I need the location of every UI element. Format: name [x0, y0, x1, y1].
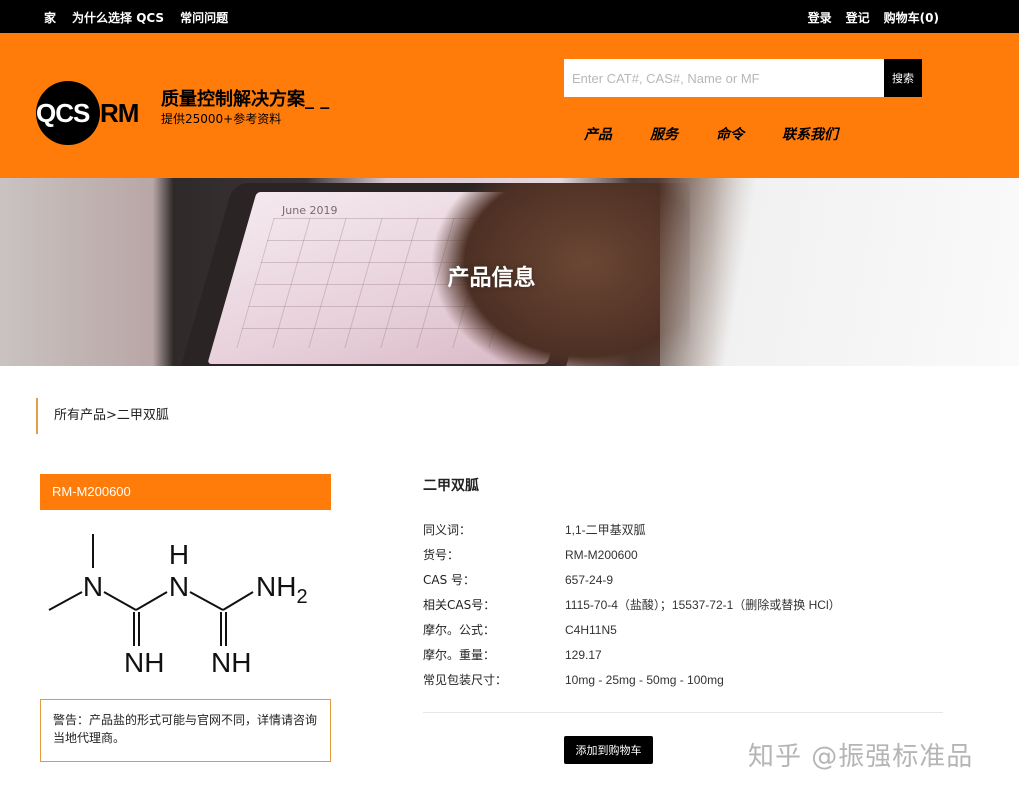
spec-label: 货号：	[423, 548, 460, 562]
spec-row: 相关CAS号： 1115-70-4（盐酸）；15537-72-1（删除或替换 H…	[423, 596, 943, 621]
product-sku-bar: RM-M200600	[40, 474, 331, 510]
banner-calendar-label: June 2019	[282, 204, 338, 217]
bond-c1-nh	[135, 591, 168, 611]
spec-row: 摩尔。公式： C4H11N5	[423, 621, 943, 646]
spec-label: 摩尔。重量：	[423, 648, 496, 662]
atom-n-bridge: N	[169, 571, 189, 602]
breadcrumb: 所有产品>二甲双胍	[36, 398, 169, 434]
spec-label: 同义词：	[423, 523, 472, 537]
watermark-text: 知乎 @振强标准品	[748, 742, 974, 772]
chemical-structure-image: N H N NH2 NH NH	[48, 534, 308, 678]
site-header: QCS RM 质量控制解决方案_ _ 提供25000+参考资料 搜索 产品 服务…	[0, 33, 1019, 178]
spec-label: 摩尔。公式：	[423, 623, 496, 637]
spec-value: 10mg - 25mg - 50mg - 100mg	[565, 673, 724, 687]
search-box: 搜索	[564, 59, 922, 97]
spec-row: 常见包装尺寸： 10mg - 25mg - 50mg - 100mg	[423, 671, 943, 696]
brand-title: 质量控制解决方案_ _	[161, 89, 330, 110]
spec-value: C4H11N5	[565, 623, 617, 637]
breadcrumb-current: 二甲双胍	[116, 408, 169, 423]
spec-label: 常见包装尺寸：	[423, 673, 508, 687]
search-button[interactable]: 搜索	[884, 59, 922, 97]
atom-n-dimethyl: N	[83, 571, 103, 602]
breadcrumb-all-products[interactable]: 所有产品	[54, 408, 106, 423]
spec-value: RM-M200600	[565, 548, 638, 562]
main-nav: 产品 服务 命令 联系我们	[584, 124, 838, 144]
spec-value: 1,1-二甲基双胍	[565, 523, 646, 537]
spec-divider	[423, 712, 943, 713]
atom-nh2-subscript: 2	[296, 586, 307, 608]
logo-text-qcs: QCS	[36, 98, 90, 128]
nav-services[interactable]: 服务	[650, 124, 678, 144]
atom-nh-right: NH	[211, 647, 251, 678]
product-spec-table: 同义词： 1,1-二甲基双胍 货号： RM-M200600 CAS 号： 657…	[423, 521, 943, 696]
bond-c2-nh2	[222, 591, 254, 611]
salt-form-warning: 警告：产品盐的形式可能与官网不同，详情请咨询当地代理商。	[40, 699, 331, 762]
spec-value: 657-24-9	[565, 573, 614, 587]
logo-text-rm: RM	[100, 98, 139, 128]
breadcrumb-separator: >	[106, 408, 117, 423]
add-to-cart-button[interactable]: 添加到购物车	[564, 736, 653, 764]
nav-contact[interactable]: 联系我们	[782, 124, 838, 144]
spec-label: CAS 号：	[423, 573, 476, 587]
brand-subtitle: 提供25000+参考资料	[161, 112, 282, 126]
spec-value: 129.17	[565, 648, 602, 662]
top-nav-faq[interactable]: 常问问题	[180, 9, 228, 26]
bond-nh-c2	[189, 591, 224, 611]
search-input[interactable]	[564, 59, 884, 97]
top-nav-why-qcs[interactable]: 为什么选择 QCS	[72, 9, 164, 26]
structure-bonds	[48, 534, 254, 646]
logo[interactable]: QCS RM	[36, 80, 148, 146]
atom-nh2: NH2	[256, 571, 308, 608]
nav-products[interactable]: 产品	[584, 124, 612, 144]
register-link[interactable]: 登记	[846, 9, 870, 26]
banner-title: 产品信息	[447, 266, 536, 291]
top-bar: 家 为什么选择 QCS 常问问题 登录 登记 购物车(0)	[0, 0, 1019, 33]
structure-atoms: N H N NH2 NH NH	[83, 539, 308, 678]
spec-row: 摩尔。重量： 129.17	[423, 646, 943, 671]
cart-link[interactable]: 购物车(0)	[884, 9, 939, 26]
spec-row: 同义词： 1,1-二甲基双胍	[423, 521, 943, 546]
product-name: 二甲双胍	[423, 478, 479, 494]
bond-methyl-left	[48, 591, 83, 611]
atom-nh-left: NH	[124, 647, 164, 678]
atom-h: H	[169, 539, 189, 570]
spec-row: CAS 号： 657-24-9	[423, 571, 943, 596]
spec-value: 1115-70-4（盐酸）；15537-72-1（删除或替换 HCl）	[565, 598, 841, 612]
top-nav-left: 家 为什么选择 QCS 常问问题	[44, 9, 228, 26]
hero-banner: June 2019 产品信息	[0, 178, 1019, 366]
bond-n-c1	[103, 591, 137, 611]
top-nav-home[interactable]: 家	[44, 9, 56, 26]
nav-orders[interactable]: 命令	[716, 124, 744, 144]
spec-label: 相关CAS号：	[423, 598, 496, 612]
login-link[interactable]: 登录	[808, 9, 832, 26]
top-nav-right: 登录 登记 购物车(0)	[808, 9, 939, 26]
spec-row: 货号： RM-M200600	[423, 546, 943, 571]
